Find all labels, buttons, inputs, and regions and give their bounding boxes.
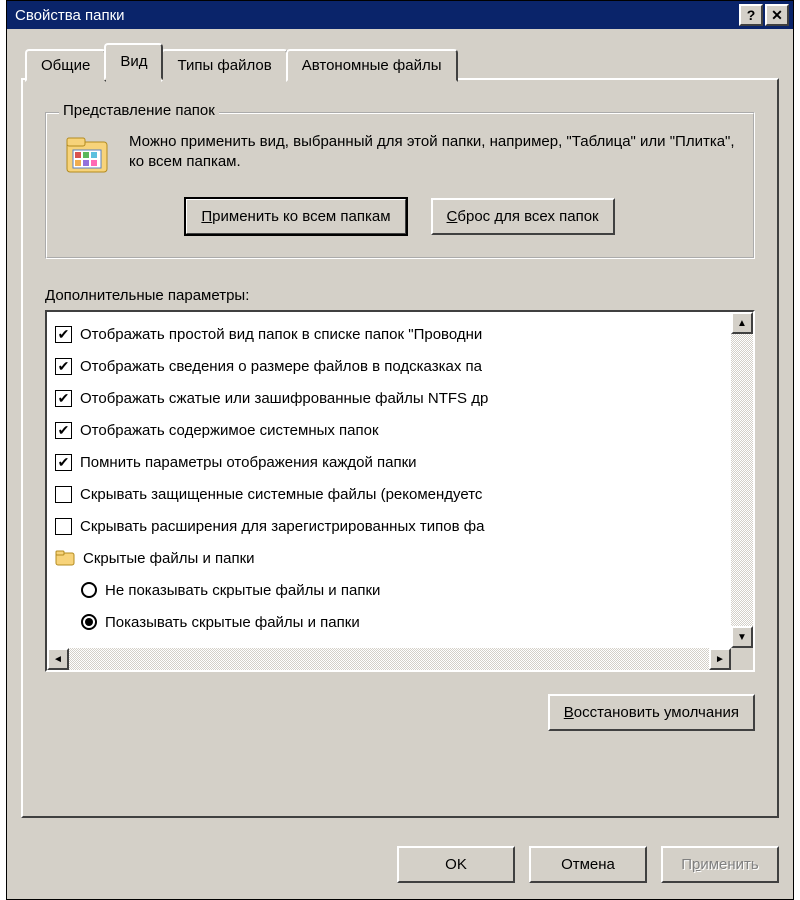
tab-strip: Общие Вид Типы файлов Автономные файлы [25, 43, 779, 80]
list-item[interactable]: ✔ Отображать содержимое системных папок [55, 414, 731, 446]
list-items: ✔ Отображать простой вид папок в списке п… [47, 312, 731, 648]
folder-views-icon [65, 132, 113, 180]
advanced-label: Дополнительные параметры: [45, 287, 755, 304]
tab-general[interactable]: Общие [25, 49, 106, 82]
scroll-track[interactable] [69, 648, 709, 670]
group-buttons: Применить ко всем папкам Сброс для всех … [65, 198, 735, 235]
checkbox[interactable]: ✔ [55, 422, 72, 439]
window-title: Свойства папки [15, 7, 737, 24]
tab-label: Типы файлов [177, 57, 271, 74]
list-item: Скрытые файлы и папки [55, 542, 731, 574]
vertical-scrollbar[interactable]: ▲ ▼ [731, 312, 753, 648]
list-item[interactable]: ✔ Помнить параметры отображения каждой па… [55, 446, 731, 478]
group-content: Можно применить вид, выбранный для этой … [65, 132, 735, 180]
scrollbar-corner [731, 648, 753, 670]
item-label: Отображать простой вид папок в списке па… [80, 326, 482, 343]
item-label: Помнить параметры отображения каждой пап… [80, 454, 417, 471]
tab-panel-view: Представление папок [21, 78, 779, 818]
folder-icon [55, 549, 75, 567]
checkbox[interactable]: ✔ [55, 390, 72, 407]
item-label: Отображать сжатые или зашифрованные файл… [80, 390, 488, 407]
group-legend: Представление папок [59, 102, 219, 119]
ok-button[interactable]: OK [397, 846, 515, 883]
scroll-left-button[interactable]: ◄ [47, 648, 69, 670]
tab-offline-files[interactable]: Автономные файлы [286, 49, 458, 82]
cancel-button[interactable]: Отмена [529, 846, 647, 883]
reset-all-button[interactable]: Сброс для всех папок [431, 198, 615, 235]
tab-label: Вид [120, 53, 147, 70]
list-item[interactable]: Показывать скрытые файлы и папки [55, 606, 731, 638]
tab-file-types[interactable]: Типы файлов [161, 49, 287, 82]
checkbox[interactable]: ✔ [55, 358, 72, 375]
list-item[interactable]: ✔ Отображать простой вид папок в списке п… [55, 318, 731, 350]
dialog-buttons: OK Отмена Применить [7, 832, 793, 899]
restore-row: Восстановить умолчания [45, 694, 755, 731]
close-button[interactable]: ✕ [765, 4, 789, 26]
tab-label: Автономные файлы [302, 57, 442, 74]
item-label: Отображать содержимое системных папок [80, 422, 379, 439]
help-icon: ? [747, 7, 756, 23]
group-description: Можно применить вид, выбранный для этой … [129, 132, 735, 173]
tab-label: Общие [41, 57, 90, 74]
folder-views-group: Представление папок [45, 112, 755, 259]
apply-to-all-button[interactable]: Применить ко всем папкам [185, 198, 406, 235]
list-item[interactable]: Не показывать скрытые файлы и папки [55, 574, 731, 606]
checkbox[interactable] [55, 518, 72, 535]
checkbox[interactable] [55, 486, 72, 503]
scroll-right-button[interactable]: ► [709, 648, 731, 670]
restore-defaults-button[interactable]: Восстановить умолчания [548, 694, 755, 731]
item-label: Скрывать защищенные системные файлы (рек… [80, 486, 482, 503]
list-item[interactable]: ✔ Отображать сведения о размере файлов в … [55, 350, 731, 382]
item-label: Скрытые файлы и папки [83, 550, 255, 567]
item-label: Показывать скрытые файлы и папки [105, 614, 360, 631]
list-item[interactable]: Скрывать расширения для зарегистрированн… [55, 510, 731, 542]
radio[interactable] [81, 582, 97, 598]
close-icon: ✕ [771, 7, 783, 24]
list-item[interactable]: ✔ Отображать сжатые или зашифрованные фай… [55, 382, 731, 414]
radio[interactable] [81, 614, 97, 630]
advanced-settings-list: ✔ Отображать простой вид папок в списке п… [45, 310, 755, 672]
checkbox[interactable]: ✔ [55, 326, 72, 343]
horizontal-scrollbar[interactable]: ◄ ► [47, 648, 731, 670]
help-button[interactable]: ? [739, 4, 763, 26]
tab-view[interactable]: Вид [104, 43, 163, 80]
folder-options-window: Свойства папки ? ✕ Общие Вид Типы файлов… [6, 0, 794, 900]
item-label: Скрывать расширения для зарегистрированн… [80, 518, 484, 535]
apply-button[interactable]: Применить [661, 846, 779, 883]
scroll-track[interactable] [731, 334, 753, 626]
scroll-down-button[interactable]: ▼ [731, 626, 753, 648]
client-area: Общие Вид Типы файлов Автономные файлы П… [7, 29, 793, 832]
checkbox[interactable]: ✔ [55, 454, 72, 471]
list-item[interactable]: Скрывать защищенные системные файлы (рек… [55, 478, 731, 510]
item-label: Не показывать скрытые файлы и папки [105, 582, 380, 599]
item-label: Отображать сведения о размере файлов в п… [80, 358, 482, 375]
titlebar: Свойства папки ? ✕ [7, 1, 793, 29]
scroll-up-button[interactable]: ▲ [731, 312, 753, 334]
